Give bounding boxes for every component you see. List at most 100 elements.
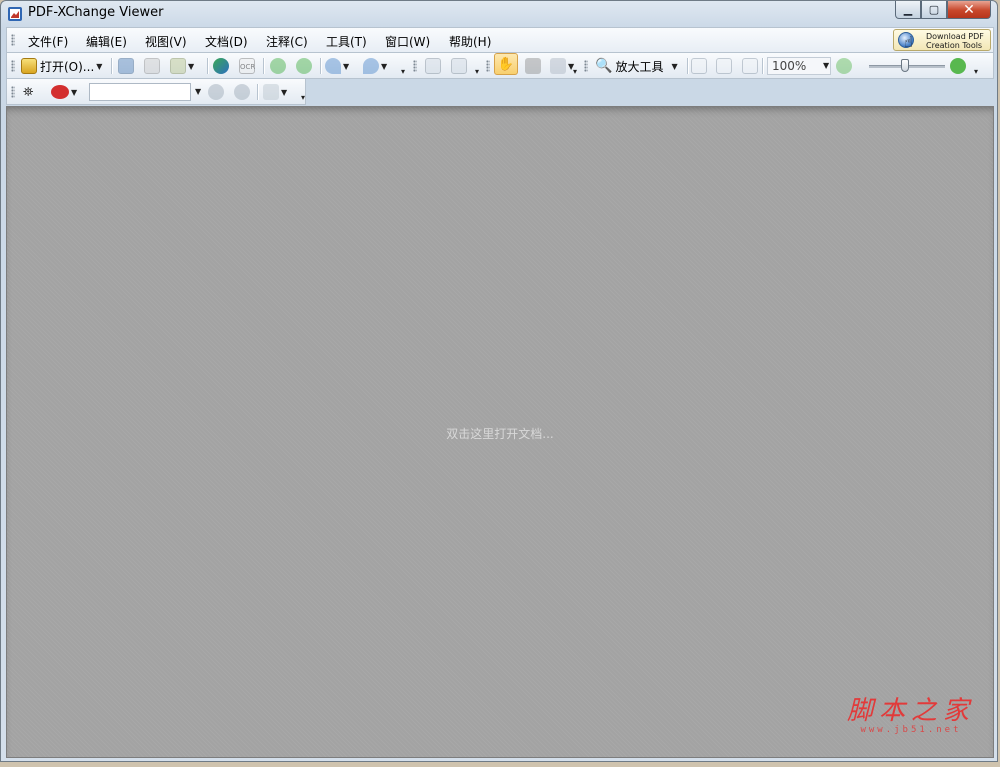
toolbar-separator (207, 58, 209, 74)
find-button[interactable]: ⛯ (23, 83, 33, 101)
export-icon (170, 58, 186, 74)
menu-document[interactable]: 文档(D) (205, 33, 248, 50)
toolbar-overflow-icon[interactable]: ▾ (974, 67, 978, 76)
menu-edit[interactable]: 编辑(E) (86, 33, 127, 50)
minimize-button[interactable]: ▁ (895, 1, 921, 19)
search-input[interactable] (89, 83, 191, 101)
redo-button[interactable]: ▼ (363, 57, 387, 75)
undo-icon (325, 58, 341, 74)
highlight-button[interactable]: ▼ (263, 83, 287, 101)
chevron-down-icon[interactable]: ▼ (671, 62, 677, 71)
hand-cursor-icon: ☝ (904, 33, 914, 51)
toolbar-overflow-icon[interactable]: ▾ (301, 93, 305, 102)
ocr-button[interactable]: OCR (239, 57, 255, 75)
watermark-main: 脚本之家 (846, 696, 975, 726)
scan-button[interactable] (213, 57, 229, 75)
toolbar-separator (257, 84, 259, 100)
select-text-button[interactable]: ▼ (550, 57, 574, 75)
menu-bar: 文件(F) 编辑(E) 视图(V) 文档(D) 注释(C) 工具(T) 窗口(W… (6, 27, 994, 53)
hand-tool-button[interactable]: ✋ (494, 53, 518, 75)
open-label: 打开(O)... (40, 59, 95, 74)
zoom-level-input[interactable]: 100% (767, 57, 831, 75)
menu-tools[interactable]: 工具(T) (326, 33, 367, 50)
ocr-label: OCR (240, 63, 256, 71)
open-document-hint: 双击这里打开文档... (446, 427, 554, 441)
actual-size-icon (691, 58, 707, 74)
folder-open-icon (21, 58, 37, 74)
magnifier-icon: 🔍 (595, 58, 613, 74)
menu-view[interactable]: 视图(V) (145, 33, 187, 50)
grip-icon[interactable] (413, 60, 417, 72)
grip-icon[interactable] (584, 60, 588, 72)
chevron-down-icon[interactable]: ▼ (281, 88, 287, 97)
toolbar-separator (263, 58, 265, 74)
forward-button[interactable] (296, 57, 312, 75)
menu-file[interactable]: 文件(F) (28, 33, 68, 50)
actual-size-button[interactable] (691, 57, 707, 75)
find-previous-icon (208, 84, 224, 100)
zoom-dropdown-icon[interactable]: ▼ (823, 61, 829, 70)
title-bar[interactable]: PDF-XChange Viewer ▁ ▢ ✕ (1, 1, 997, 27)
save-button[interactable] (118, 57, 134, 75)
zoom-in-button[interactable] (950, 57, 966, 75)
open-button[interactable]: 打开(O)... ▼ (21, 57, 102, 75)
toolbar-separator (762, 58, 764, 74)
menu-window[interactable]: 窗口(W) (385, 33, 430, 50)
chevron-down-icon[interactable]: ▼ (343, 62, 349, 71)
toolbar-overflow-icon[interactable]: ▾ (475, 67, 479, 76)
binoculars-icon: ⛯ (23, 84, 34, 100)
toolbar-overflow-icon[interactable]: ▾ (401, 67, 405, 76)
search-dropdown-icon[interactable]: ▼ (195, 87, 201, 96)
zoom-in-icon (950, 58, 966, 74)
grip-icon[interactable] (11, 86, 15, 98)
hand-icon: ✋ (497, 56, 515, 72)
back-button[interactable] (270, 57, 286, 75)
arrow-left-icon (270, 58, 286, 74)
zoom-out-icon (836, 58, 852, 74)
grip-icon[interactable] (486, 60, 490, 72)
window-title: PDF-XChange Viewer (28, 5, 164, 20)
toolbar-separator (687, 58, 689, 74)
find-next-button[interactable] (234, 83, 250, 101)
zoom-slider-thumb[interactable] (901, 59, 909, 72)
download-line2: Creation Tools (926, 41, 983, 50)
close-button[interactable]: ✕ (947, 1, 991, 19)
zoom-out-button[interactable] (836, 57, 852, 75)
close-icon: ✕ (963, 1, 975, 18)
app-icon (8, 7, 22, 21)
chevron-down-icon[interactable]: ▼ (96, 62, 102, 71)
ask-search-button[interactable]: ▼ (51, 83, 77, 101)
watermark: 脚本之家 www.jb51.net (847, 697, 975, 735)
maximize-icon: ▢ (928, 3, 940, 16)
fit-width-button[interactable] (742, 57, 758, 75)
chevron-down-icon[interactable]: ▼ (381, 62, 387, 71)
chevron-down-icon[interactable]: ▼ (71, 88, 77, 97)
copy-button[interactable] (425, 57, 441, 75)
grip-icon[interactable] (11, 60, 15, 72)
grip-icon[interactable] (11, 34, 15, 46)
download-line1: Download PDF (926, 32, 984, 41)
export-button[interactable]: ▼ (170, 57, 194, 75)
fit-page-button[interactable] (716, 57, 732, 75)
ocr-icon: OCR (239, 58, 255, 74)
minimize-icon: ▁ (903, 3, 913, 16)
find-next-icon (234, 84, 250, 100)
undo-button[interactable]: ▼ (325, 57, 349, 75)
camera-icon (525, 58, 541, 74)
chevron-down-icon[interactable]: ▼ (188, 62, 194, 71)
find-previous-button[interactable] (208, 83, 224, 101)
menu-comment[interactable]: 注释(C) (266, 33, 308, 50)
arrow-right-icon (296, 58, 312, 74)
app-window: PDF-XChange Viewer ▁ ▢ ✕ 文件(F) 编辑(E) 视图(… (0, 0, 998, 762)
rotate-button[interactable] (451, 57, 467, 75)
highlighter-icon (263, 84, 279, 100)
download-pdf-tools-button[interactable]: ☝ Download PDF Creation Tools (893, 29, 991, 51)
maximize-button[interactable]: ▢ (921, 1, 947, 19)
redo-icon (363, 58, 379, 74)
document-workspace[interactable]: 双击这里打开文档... 脚本之家 www.jb51.net (6, 106, 994, 758)
zoom-tool-button[interactable]: 🔍 放大工具 ▼ (595, 57, 678, 75)
toolbar-overflow-icon[interactable]: ▾ (573, 67, 577, 76)
menu-help[interactable]: 帮助(H) (449, 33, 491, 50)
print-button[interactable] (144, 57, 160, 75)
snapshot-button[interactable] (525, 57, 541, 75)
